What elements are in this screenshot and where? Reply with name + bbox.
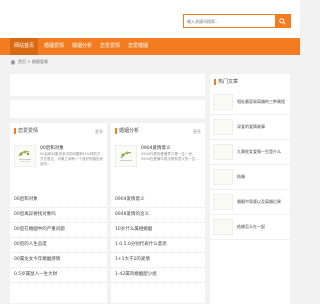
more-link[interactable]: 更多 [95,129,103,135]
featured-thumbnail[interactable] [14,145,36,167]
nav-item-marriage-analysis[interactable]: 婚姻分析 [68,38,96,55]
nav-item-marriage-love[interactable]: 婚姻爱情 [40,38,68,55]
list-item[interactable]: 0.5岁属鼠人一生大财 [10,268,107,283]
list-item[interactable]: 00后和对象 [10,193,107,208]
search-button[interactable] [274,15,290,27]
hot-article-title[interactable]: 婚姻中背叛以及离婚后果 [237,199,281,205]
section-title: 婚姻分析 [115,128,139,134]
banner-area-secondary [10,100,205,118]
more-link[interactable]: 更多 [193,129,201,135]
hot-article-title[interactable]: 结婚怎么在一起 [237,224,265,230]
section-title: 热门文章 [214,79,238,85]
hot-article-thumbnail[interactable] [213,194,233,210]
section-title: 恋爱爱情 [14,128,38,134]
hot-article-item[interactable]: 相处最容易离婚的三种属相 [210,90,290,115]
hot-article-item[interactable]: 九属蛇女爱情一生是什么 [210,140,290,165]
hot-article-title[interactable]: 九属蛇女爱情一生是什么 [237,149,281,155]
hot-article-thumbnail[interactable] [213,169,233,185]
home-icon [10,59,16,65]
article-list: 0904爱情意义 0948爱情的含义 10岁什么属相婚姻 1.0.5.0分别代表… [111,193,205,283]
hot-article-item[interactable]: 深爱的爱情故事 [210,115,290,140]
nav-item-home[interactable]: 网站首页 [10,38,38,55]
hot-article-list: 相处最容易离婚的三种属相 深爱的爱情故事 九属蛇女爱情一生是什么 结婚 婚姻中背… [210,90,290,240]
hot-article-thumbnail[interactable] [213,219,233,235]
search-icon [279,17,286,25]
list-item[interactable]: 1.0.5.0分别代表什么意思 [111,238,205,253]
hot-article-item[interactable]: 婚姻中背叛以及离婚后果 [210,190,290,215]
article-list: 00后和对象 00后离异要找对象吗 00后在婚姻中的严重问题 00后的人生态度 … [10,193,107,283]
hot-article-thumbnail[interactable] [213,144,233,160]
search-input[interactable] [184,15,275,27]
leaf-image-icon [18,150,31,162]
hot-article-thumbnail[interactable] [213,94,233,110]
list-item[interactable]: 0948爱情的含义 [111,208,205,223]
list-item[interactable]: 00后离异要找对象吗 [10,208,107,223]
featured-thumbnail[interactable] [115,145,137,167]
featured-description: 00后和对象关系中的问题有什么样的方式去表达，对象之间有一个良好的相处状态吗..… [40,152,103,166]
list-item[interactable]: 00后在婚姻中的严重问题 [10,223,107,238]
list-item[interactable]: 00属龙女今年婚姻感情 [10,253,107,268]
hot-article-title[interactable]: 结婚 [237,174,245,180]
hot-article-thumbnail[interactable] [213,119,233,135]
breadcrumb: 首页 > 婚姻爱情 [10,59,48,65]
breadcrumb-text[interactable]: 首页 > 婚姻爱情 [18,59,48,65]
banner-area [10,74,205,96]
nav-item-romance[interactable]: 恋爱爱情 [96,38,124,55]
featured-title[interactable]: 00后和对象 [40,145,64,151]
leaf-image-icon [120,151,132,161]
list-item[interactable]: 1+1大于2的爱情 [111,253,205,268]
section-marriage-analysis: 婚姻分析 更多 0904爱情意义 0904代表的爱情意义是一生一世，0904在爱… [111,123,205,303]
list-item[interactable]: 0904爱情意义 [111,193,205,208]
section-romance: 恋爱爱情 更多 00后和对象 00后和对象关系中的问题有什么样的方式去表达，对象… [10,123,107,303]
featured-description: 0904代表的爱情意义是一生一世，0904在爱情中表示很有意义的一生... [141,152,199,161]
hot-article-title[interactable]: 深爱的爱情故事 [237,124,265,130]
hot-article-item[interactable]: 结婚怎么在一起 [210,215,290,240]
nav-item-romance-marriage[interactable]: 恋爱婚姻 [124,38,154,55]
top-header [0,0,300,38]
hot-article-title[interactable]: 相处最容易离婚的三种属相 [237,99,285,105]
hot-article-item[interactable]: 结婚 [210,165,290,190]
list-item[interactable]: 1-42属鸡婚姻配小组 [111,268,205,283]
list-item[interactable]: 10岁什么属相婚姻 [111,223,205,238]
main-nav: 网站首页 婚姻爱情 婚姻分析 恋爱爱情 恋爱婚姻 [0,38,300,55]
list-item[interactable]: 00后的人生态度 [10,238,107,253]
featured-title[interactable]: 0904爱情意义 [141,145,170,151]
hot-articles-sidebar: 热门文章 相处最容易离婚的三种属相 深爱的爱情故事 九属蛇女爱情一生是什么 结婚… [210,74,290,304]
search-box [183,14,291,28]
